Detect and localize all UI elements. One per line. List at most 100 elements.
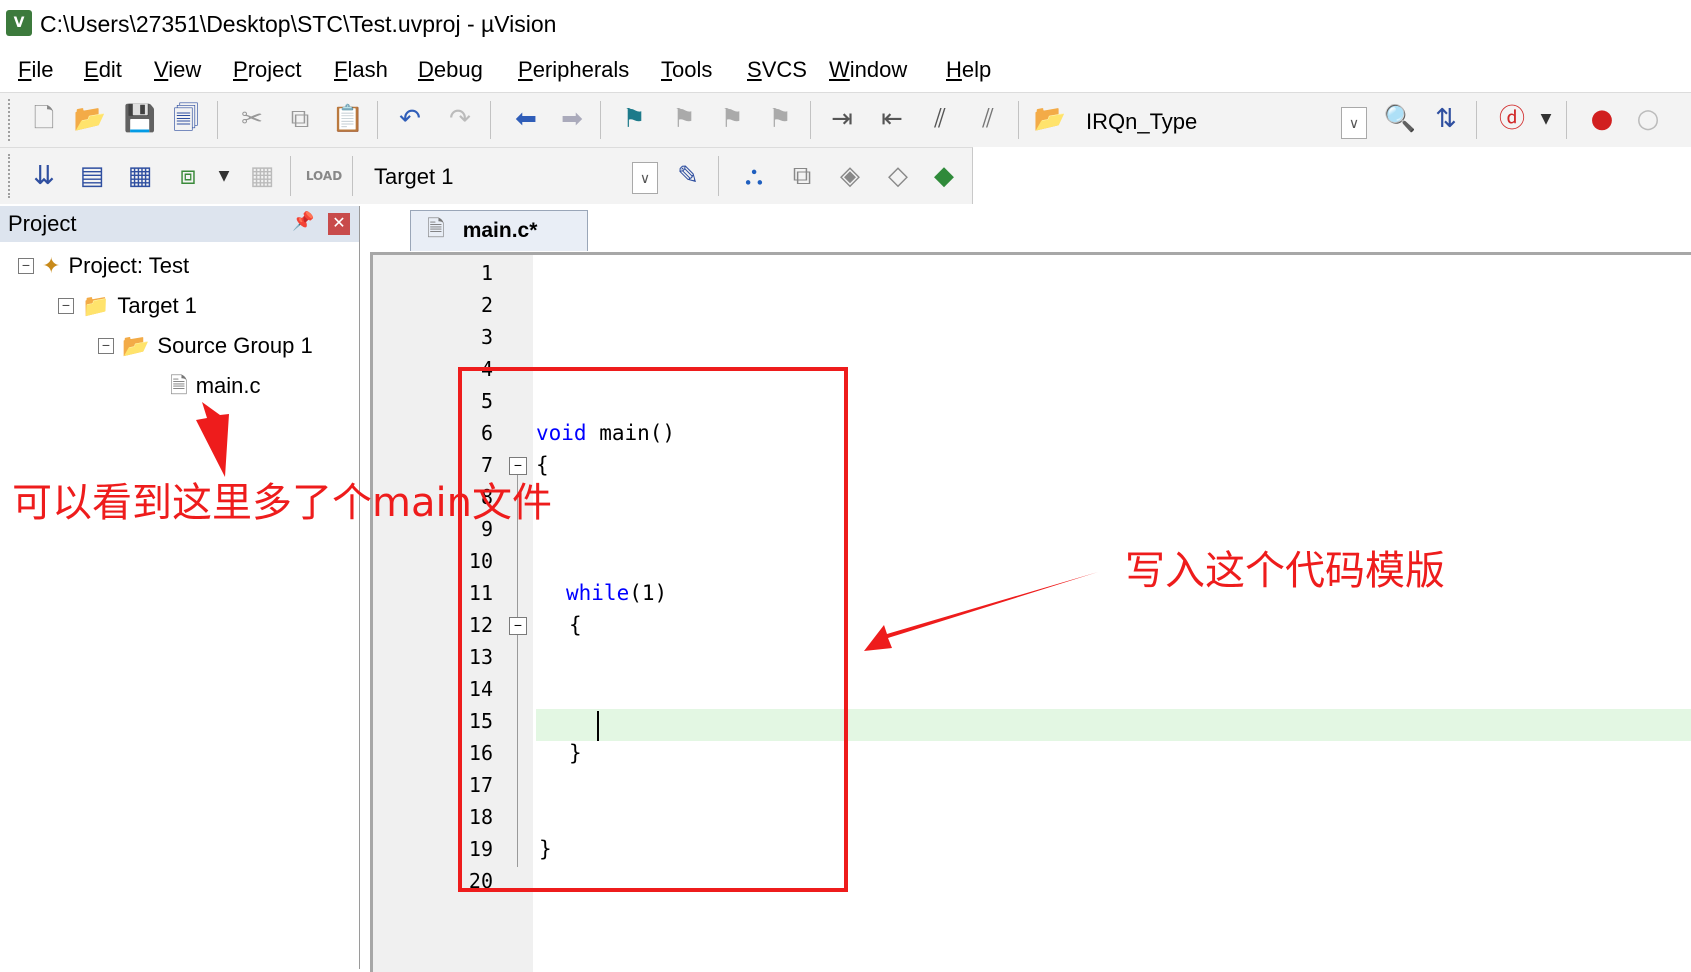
undo-icon[interactable]: ↶ [394,103,426,135]
stop-build-icon[interactable]: ▦ [246,160,278,192]
collapse-icon[interactable]: − [58,298,74,314]
tree-label: main.c [195,373,261,398]
menu-edit[interactable]: Edit [84,54,122,86]
manage-project-items-icon[interactable]: ⛬ [738,160,770,192]
separator [810,101,811,139]
new-file-icon[interactable]: 🗋 [28,103,60,135]
separator [1018,101,1019,139]
uncomment-icon[interactable]: ⫽ [972,103,1004,135]
menu-peripherals[interactable]: Peripherals [518,54,629,86]
menu-help[interactable]: Help [946,54,991,86]
target-select[interactable]: Target 1 [374,162,454,192]
menu-svcs[interactable]: SVCS [747,54,807,86]
separator [352,156,353,196]
line-number: 2 [480,293,493,317]
tree-node-project[interactable]: − ✦ Project: Test [18,251,189,281]
redo-icon[interactable]: ↷ [444,103,476,135]
disable-breakpoint-icon[interactable]: ○ [1632,103,1664,135]
menu-tools[interactable]: Tools [661,54,712,86]
pack-installer-icon[interactable]: ◆ [928,160,960,192]
folder-icon: 📂 [122,333,150,358]
rebuild-icon[interactable]: ▦ [124,160,156,192]
separator [1566,101,1567,139]
build-toolbar: ⇊ ▤ ▦ ⧈ ▼ ▦ LOAD Target 1 ∨ ✎ ⛬ ⧉ ◈ ◇ ◆ [0,147,973,204]
separator [1476,101,1477,139]
separator [217,101,218,139]
file-icon: 🗎 [427,216,445,241]
target-options-icon[interactable]: ✎ [672,160,704,192]
separator [490,101,491,139]
separator [600,101,601,139]
find-icon[interactable]: 🔍 [1384,103,1416,135]
annotation-right-note: 写入这个代码模版 [1125,548,1445,594]
separator [377,101,378,139]
tree-node-source-group[interactable]: − 📂 Source Group 1 [98,331,313,361]
close-icon[interactable]: ✕ [328,213,350,235]
menu-project[interactable]: Project [233,54,301,86]
separator [290,156,291,196]
collapse-icon[interactable]: − [98,338,114,354]
manage-multi-project-icon[interactable]: ⧉ [786,160,818,192]
select-packs-icon[interactable]: ◇ [882,160,914,192]
incremental-find-icon[interactable]: ⇅ [1430,103,1462,135]
file-toolbar: 🗋 📂 💾 🗐 ✂ ⧉ 📋 ↶ ↷ ⬅ ➡ ⚑ ⚑ ⚑ ⚑ ⇥ ⇤ ⫽ ⫽ 📂 … [0,92,1691,147]
title-bar: V C:\Users\27351\Desktop\STC\Test.uvproj… [0,0,1691,46]
pin-icon[interactable]: 📌 [292,211,314,232]
save-icon[interactable]: 💾 [124,103,156,135]
tab-main-c[interactable]: 🗎 main.c* [410,210,588,251]
line-number: 1 [480,261,493,285]
project-panel-title: Project [8,211,77,236]
previous-bookmark-icon[interactable]: ⚑ [668,103,700,135]
debug-session-icon[interactable]: ⓓ [1496,103,1528,135]
find-in-files-icon[interactable]: 📂 [1034,103,1066,135]
manage-run-time-environment-icon[interactable]: ◈ [834,160,866,192]
insert-bookmark-icon[interactable]: ⚑ [618,103,650,135]
next-bookmark-icon[interactable]: ⚑ [716,103,748,135]
menu-flash[interactable]: Flash [334,54,388,86]
paste-icon[interactable]: 📋 [332,103,364,135]
tree-node-target[interactable]: − 📁 Target 1 [58,291,197,321]
clear-bookmarks-icon[interactable]: ⚑ [764,103,796,135]
tree-label: Source Group 1 [157,333,313,358]
find-combo-dropdown-icon[interactable]: ∨ [1341,107,1367,139]
collapse-icon[interactable]: − [18,258,34,274]
batch-build-icon[interactable]: ⧈ [172,160,204,192]
copy-icon[interactable]: ⧉ [284,103,316,135]
load-download-icon[interactable]: LOAD [306,160,342,192]
debug-dropdown-icon[interactable]: ▼ [1530,103,1562,135]
project-panel: Project 📌 ✕ − ✦ Project: Test − 📁 Target… [0,206,360,969]
indent-icon[interactable]: ⇥ [826,103,858,135]
navigate-back-icon[interactable]: ⬅ [510,103,542,135]
translate-icon[interactable]: ⇊ [28,160,60,192]
open-file-icon[interactable]: 📂 [74,103,106,135]
c-file-icon: 🗎 [170,373,188,398]
target-folder-icon: 📁 [82,293,110,318]
project-icon: ✦ [42,253,61,278]
menu-debug[interactable]: Debug [418,54,483,86]
menu-view[interactable]: View [154,54,201,86]
tab-label: main.c* [462,219,538,242]
batch-build-dropdown-icon[interactable]: ▼ [208,160,240,192]
unindent-icon[interactable]: ⇤ [876,103,908,135]
tree-label: Project: Test [68,253,190,278]
comment-icon[interactable]: ⫽ [924,103,956,135]
navigate-forward-icon[interactable]: ➡ [556,103,588,135]
menu-window[interactable]: Window [829,54,907,86]
find-combo[interactable]: IRQn_Type [1086,107,1197,137]
toolbar-grip[interactable] [8,99,14,141]
breakpoint-icon[interactable]: ● [1586,103,1618,135]
toolbar-grip[interactable] [8,154,14,198]
target-dropdown-icon[interactable]: ∨ [632,162,658,194]
separator [718,156,719,196]
window-title: C:\Users\27351\Desktop\STC\Test.uvproj -… [40,11,557,37]
save-all-icon[interactable]: 🗐 [170,103,202,135]
build-icon[interactable]: ▤ [76,160,108,192]
menu-file[interactable]: File [18,54,53,86]
project-panel-header: Project 📌 ✕ [0,206,359,242]
cut-icon[interactable]: ✂ [236,103,268,135]
tree-node-main-c[interactable]: 🗎 main.c [170,371,261,401]
tree-label: Target 1 [117,293,197,318]
highlight-box [458,367,848,892]
uvision-app-icon: V [6,10,32,36]
line-number: 3 [480,325,493,349]
